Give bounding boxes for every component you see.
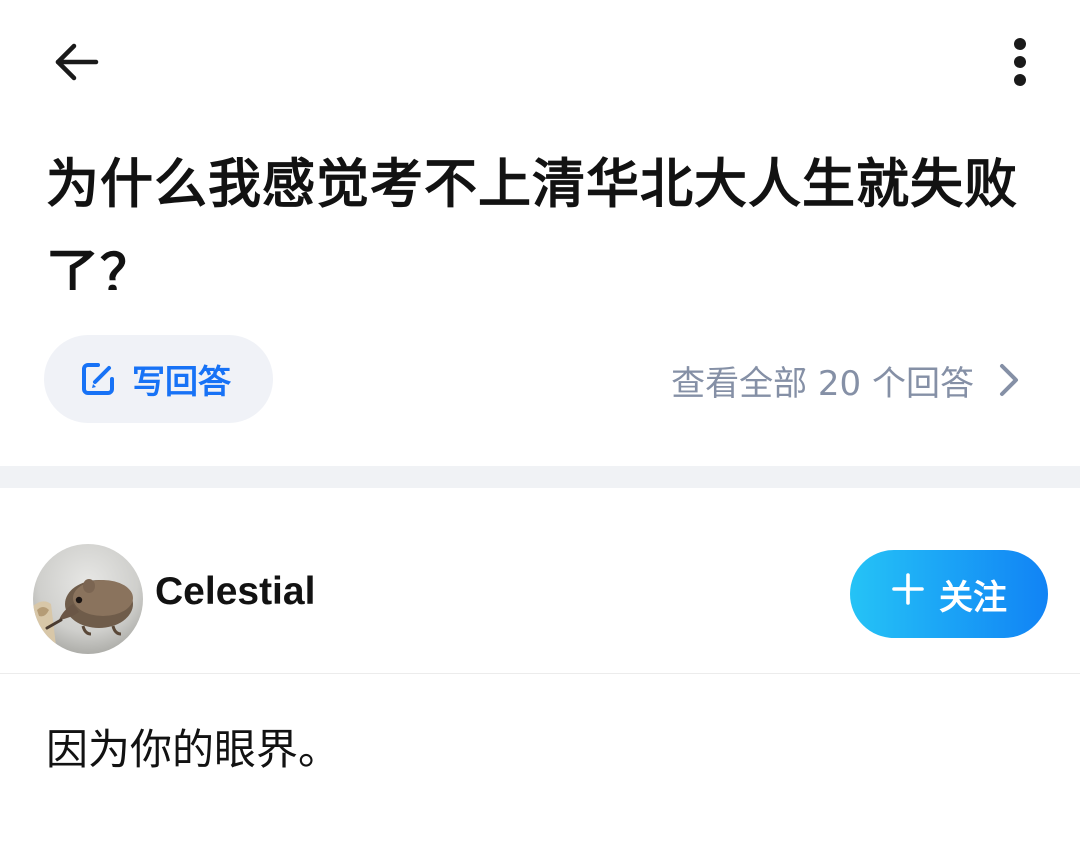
plus-icon bbox=[891, 570, 925, 614]
view-all-answers-label: 查看全部 20 个回答 bbox=[671, 363, 974, 404]
avatar-shrew-photo bbox=[33, 544, 143, 654]
author-avatar[interactable] bbox=[33, 544, 143, 654]
follow-button[interactable]: 关注 bbox=[850, 550, 1048, 638]
write-answer-label: 写回答 bbox=[132, 362, 231, 401]
arrow-left-icon bbox=[55, 43, 99, 81]
back-button[interactable] bbox=[40, 26, 112, 98]
answer-body[interactable]: 因为你的眼界。 bbox=[46, 720, 1036, 780]
author-name[interactable]: Celestial bbox=[155, 570, 315, 614]
more-vertical-icon bbox=[1014, 38, 1026, 86]
chevron-right-icon bbox=[1000, 364, 1018, 396]
section-divider bbox=[0, 466, 1080, 488]
top-bar bbox=[0, 0, 1080, 120]
write-answer-button[interactable]: 写回答 bbox=[44, 335, 273, 423]
edit-icon bbox=[78, 359, 118, 399]
more-options-button[interactable] bbox=[984, 26, 1056, 98]
follow-label: 关注 bbox=[939, 577, 1007, 618]
view-all-answers-link[interactable]: 查看全部 20 个回答 bbox=[671, 352, 1020, 408]
author-row: Celestial 关注 bbox=[0, 530, 1080, 674]
question-title[interactable]: 为什么我感觉考不上清华北大人生就失败了？ bbox=[46, 140, 1036, 290]
